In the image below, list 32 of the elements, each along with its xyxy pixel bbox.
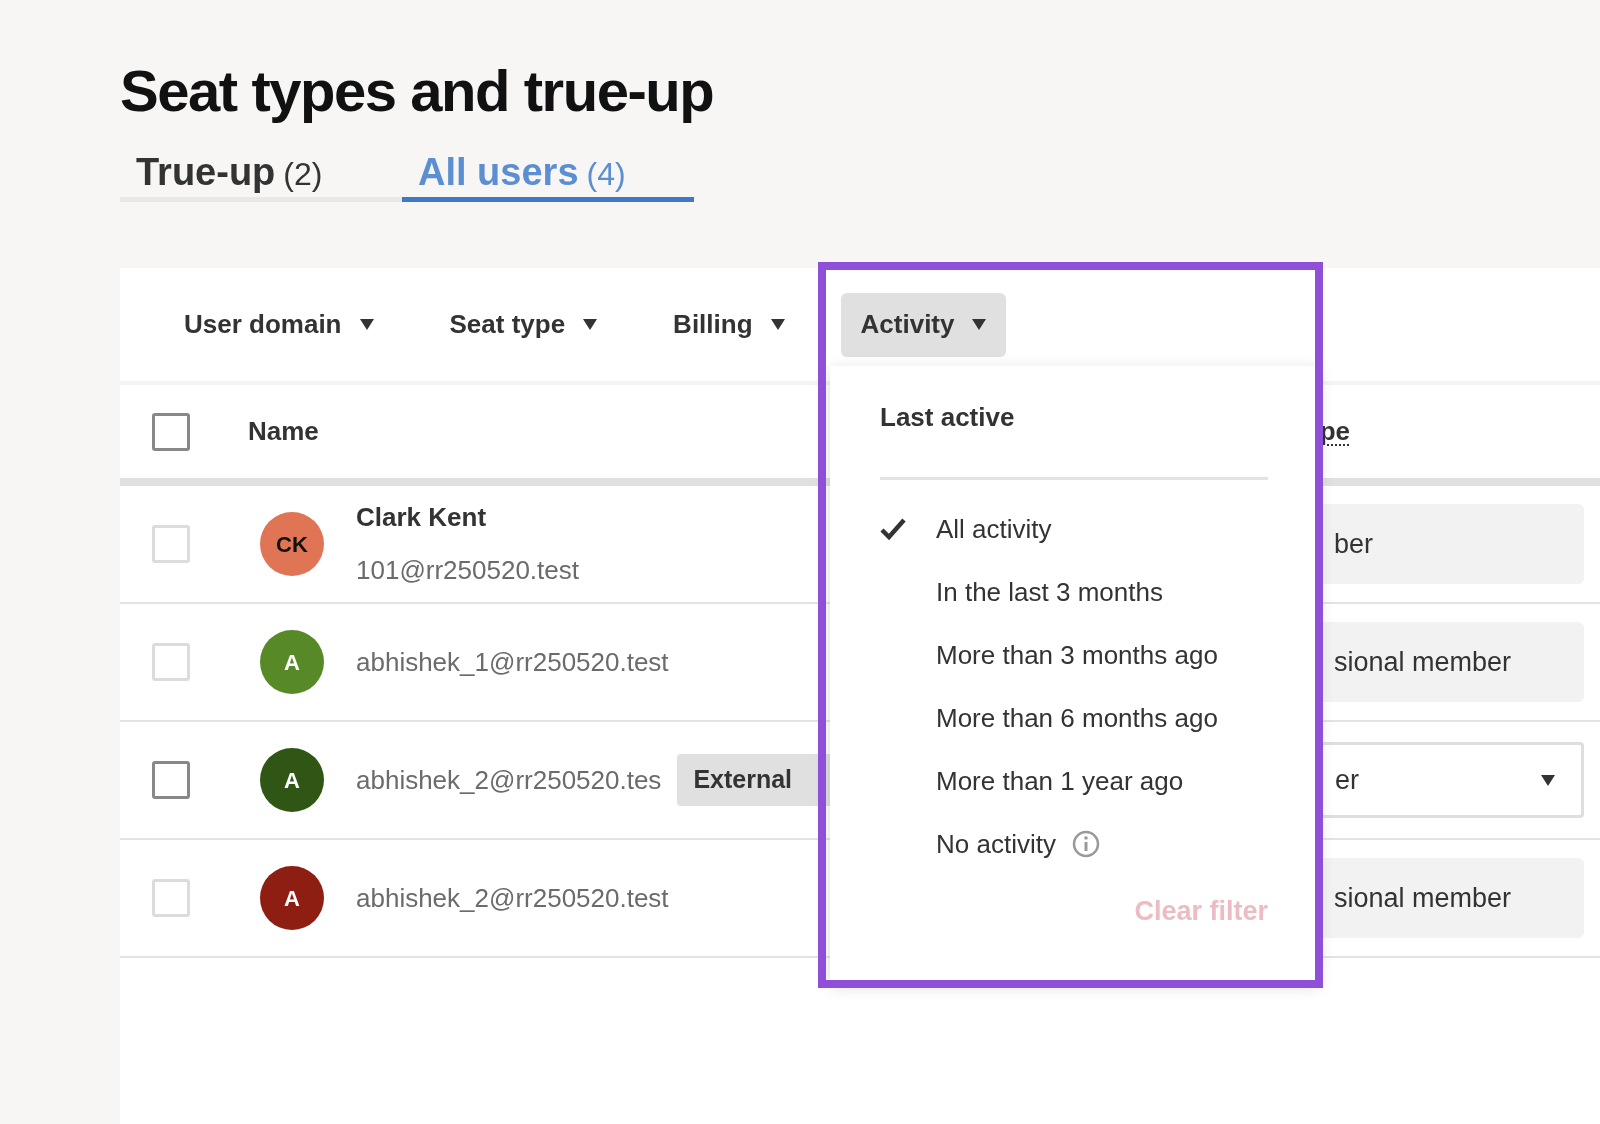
caret-icon xyxy=(1541,774,1555,786)
column-header: Name xyxy=(248,415,319,448)
menu-option[interactable]: More than 6 months ago xyxy=(880,697,1268,739)
page-title: Seat types and true-up xyxy=(120,57,715,125)
menu-option[interactable]: No activity xyxy=(880,823,1268,865)
caret-icon xyxy=(770,319,785,330)
menu-heading: Last active xyxy=(880,401,1016,434)
tab[interactable]: True-up (2) xyxy=(120,144,402,202)
user-email: abhishek_1@rr250520.test xyxy=(356,645,669,679)
menu-option[interactable]: More than 3 months ago xyxy=(880,634,1268,676)
avatar: CK xyxy=(260,512,324,576)
filter-button[interactable]: User domain xyxy=(164,292,394,357)
filter-button[interactable]: Billing xyxy=(653,292,805,357)
info-icon xyxy=(1071,830,1100,858)
caret-icon xyxy=(583,319,598,330)
checkbox[interactable] xyxy=(152,761,190,799)
caret-icon xyxy=(359,319,374,330)
user-name: Clark Kent xyxy=(356,501,488,534)
checkmark-icon xyxy=(880,517,906,541)
user-email: 101@rr250520.test xyxy=(356,554,579,587)
checkbox[interactable] xyxy=(152,412,190,451)
menu-option[interactable]: In the last 3 months xyxy=(880,571,1268,613)
menu-option[interactable]: More than 1 year ago xyxy=(880,760,1268,802)
avatar: A xyxy=(260,630,324,694)
menu-option[interactable]: All activity xyxy=(880,508,1268,550)
caret-icon xyxy=(972,319,987,330)
filter-button[interactable]: Seat type xyxy=(429,292,618,357)
avatar: A xyxy=(260,866,324,930)
user-email: abhishek_2@rr250520.tes xyxy=(356,763,662,797)
avatar: A xyxy=(260,748,324,812)
user-email: abhishek_2@rr250520.test xyxy=(356,881,669,915)
filter-button[interactable]: Activity xyxy=(840,292,1007,357)
